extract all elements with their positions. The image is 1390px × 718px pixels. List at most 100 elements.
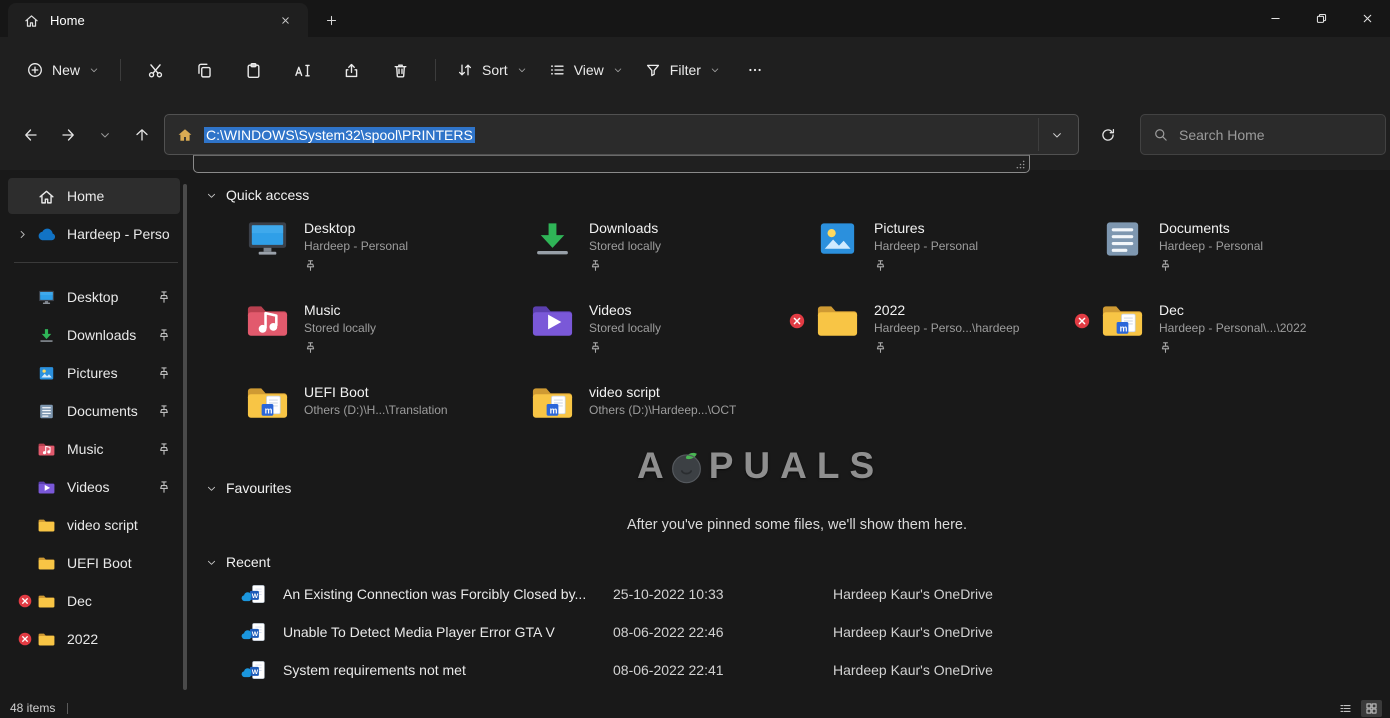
- desktop-icon: [37, 289, 56, 306]
- sidebar-item-home[interactable]: Home: [8, 178, 180, 214]
- address-dropdown-button[interactable]: [1038, 118, 1074, 151]
- indent-spacer: [12, 290, 32, 304]
- favourites-empty-message: After you've pinned some files, we'll sh…: [204, 517, 1390, 533]
- tile-text: Documents Hardeep - Personal: [1159, 218, 1263, 279]
- forward-button[interactable]: [49, 118, 86, 152]
- cut-button[interactable]: [135, 51, 176, 89]
- tab-home[interactable]: Home: [8, 3, 308, 37]
- quick-access-header[interactable]: Quick access: [206, 182, 1390, 208]
- sidebar-item-pictures[interactable]: Pictures: [8, 355, 180, 391]
- tile-text: Desktop Hardeep - Personal: [304, 218, 408, 279]
- sidebar-item-video-script[interactable]: video script: [8, 507, 180, 543]
- quick-access-tile-video-script[interactable]: m video script Others (D:)\Hardeep...\OC…: [529, 382, 814, 443]
- item-icon-wrap: [36, 592, 56, 610]
- pin-icon: [304, 341, 317, 354]
- sidebar-item-downloads[interactable]: Downloads: [8, 317, 180, 353]
- favourites-header[interactable]: Favourites: [206, 475, 1390, 501]
- quick-access-tile-desktop[interactable]: Desktop Hardeep - Personal: [244, 218, 529, 279]
- filter-button[interactable]: Filter: [634, 51, 731, 89]
- sidebar-item-2022[interactable]: 2022: [8, 621, 180, 657]
- folder-icon: [37, 555, 56, 572]
- sidebar-scrollbar[interactable]: [183, 184, 187, 690]
- word-document-cloud-icon: W: [240, 621, 267, 644]
- recent-header[interactable]: Recent: [206, 549, 1390, 575]
- music-icon: [244, 301, 291, 341]
- quick-access-tile-pictures[interactable]: Pictures Hardeep - Personal: [814, 218, 1099, 279]
- recent-file-row[interactable]: W An Existing Connection was Forcibly Cl…: [204, 575, 1390, 613]
- search-box[interactable]: [1140, 114, 1386, 155]
- item-icon-wrap: [36, 288, 56, 306]
- tile-text: Dec Hardeep - Personal\...\2022: [1159, 300, 1306, 361]
- tile-icon-wrap: [814, 301, 861, 341]
- delete-button[interactable]: [380, 51, 421, 89]
- quick-access-tile-music[interactable]: Music Stored locally: [244, 300, 529, 361]
- file-name: An Existing Connection was Forcibly Clos…: [283, 586, 613, 602]
- recent-locations-button[interactable]: [86, 118, 123, 152]
- minimize-button[interactable]: [1252, 0, 1298, 37]
- sidebar-item-dec[interactable]: Dec: [8, 583, 180, 619]
- share-button[interactable]: [331, 51, 372, 89]
- quick-access-tile-2022[interactable]: 2022 Hardeep - Perso...\hardeep: [814, 300, 1099, 361]
- sidebar-item-label: Videos: [67, 479, 157, 495]
- share-icon: [343, 62, 360, 79]
- videos-icon: [37, 479, 56, 496]
- sidebar-list: Home Hardeep - Perso Desktop Downloads P…: [0, 178, 188, 657]
- filter-label: Filter: [670, 62, 701, 78]
- sidebar-item-videos[interactable]: Videos: [8, 469, 180, 505]
- svg-text:W: W: [252, 631, 259, 638]
- quick-access-tile-videos[interactable]: Videos Stored locally: [529, 300, 814, 361]
- folder-icon: [814, 301, 861, 341]
- sidebar-item-desktop[interactable]: Desktop: [8, 279, 180, 315]
- arrow-left-icon: [23, 127, 39, 143]
- svg-text:m: m: [265, 405, 273, 415]
- sort-button[interactable]: Sort: [446, 51, 538, 89]
- quick-access-tile-downloads[interactable]: Downloads Stored locally: [529, 218, 814, 279]
- new-item-icon: [27, 62, 43, 78]
- resize-grip-icon[interactable]: [1015, 159, 1026, 170]
- quick-access-tile-documents[interactable]: Documents Hardeep - Personal: [1099, 218, 1384, 279]
- sidebar-item-label: UEFI Boot: [67, 555, 176, 571]
- more-options-button[interactable]: [735, 51, 775, 89]
- view-button[interactable]: View: [538, 51, 634, 89]
- pin-icon: [589, 341, 602, 354]
- tab-close-button[interactable]: [272, 8, 298, 32]
- details-view-button[interactable]: [1335, 700, 1356, 717]
- close-button[interactable]: [1344, 0, 1390, 37]
- copy-button[interactable]: [184, 51, 225, 89]
- sidebar-item-uefi-boot[interactable]: UEFI Boot: [8, 545, 180, 581]
- quick-access-tile-dec[interactable]: m Dec Hardeep - Personal\...\2022: [1099, 300, 1384, 361]
- expand-area[interactable]: [12, 227, 32, 241]
- tile-subtitle: Hardeep - Personal: [1159, 238, 1263, 255]
- search-input[interactable]: [1179, 127, 1373, 143]
- tile-icon-wrap: [244, 219, 291, 259]
- up-button[interactable]: [123, 118, 160, 152]
- refresh-button[interactable]: [1089, 118, 1126, 152]
- icons-view-icon: [1365, 702, 1378, 715]
- quick-access-tile-uefi-boot[interactable]: m UEFI Boot Others (D:)\H...\Translation: [244, 382, 529, 443]
- large-icons-view-button[interactable]: [1361, 700, 1382, 717]
- more-icon: [747, 62, 763, 78]
- tile-icon-wrap: m: [244, 383, 291, 423]
- recent-file-row[interactable]: W Unable To Detect Media Player Error GT…: [204, 613, 1390, 651]
- refresh-icon: [1100, 127, 1116, 143]
- address-input[interactable]: C:\WINDOWS\System32\spool\PRINTERS: [204, 127, 1038, 143]
- sidebar-item-label: Pictures: [67, 365, 157, 381]
- back-button[interactable]: [12, 118, 49, 152]
- paste-button[interactable]: [233, 51, 274, 89]
- indent-spacer: [12, 404, 32, 418]
- maximize-button[interactable]: [1298, 0, 1344, 37]
- view-icon: [549, 62, 565, 78]
- recent-file-row[interactable]: W System requirements not met 08-06-2022…: [204, 651, 1390, 689]
- sidebar-item-label: video script: [67, 517, 176, 533]
- new-button[interactable]: New: [16, 51, 110, 89]
- sidebar-item-hardeep-perso[interactable]: Hardeep - Perso: [8, 216, 180, 252]
- sidebar-item-documents[interactable]: Documents: [8, 393, 180, 429]
- sidebar-item-music[interactable]: Music: [8, 431, 180, 467]
- search-icon: [1153, 127, 1168, 142]
- address-bar[interactable]: C:\WINDOWS\System32\spool\PRINTERS: [164, 114, 1079, 155]
- new-tab-button[interactable]: [316, 5, 346, 35]
- tile-subtitle: Stored locally: [589, 238, 661, 255]
- rename-button[interactable]: [282, 51, 323, 89]
- indent-spacer: [12, 366, 32, 380]
- toolbar-separator: [435, 59, 436, 81]
